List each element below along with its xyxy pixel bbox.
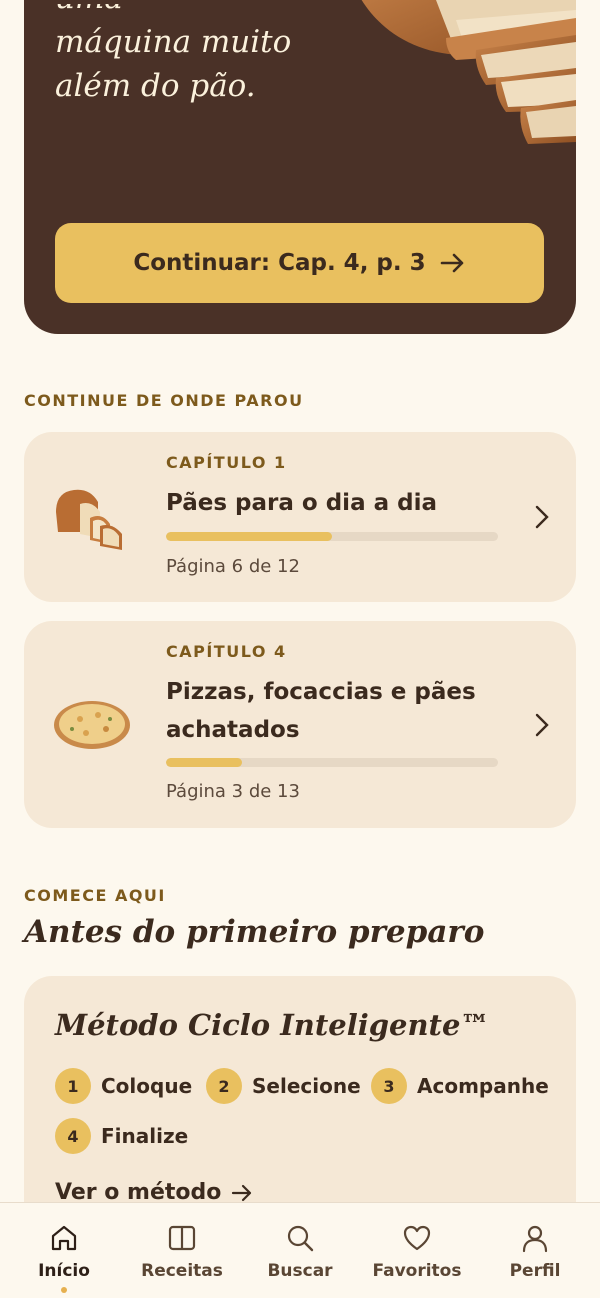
book-icon [168, 1225, 196, 1251]
chapter-number: CAPÍTULO 4 [166, 642, 287, 661]
method-step-3: 3 Acompanhe [371, 1068, 549, 1104]
hero-title: uma máquina muito além do pão. [55, 4, 292, 104]
nav-item-favoritos[interactable]: Favoritos [362, 1223, 472, 1293]
method-step-4: 4 Finalize [55, 1118, 188, 1154]
nav-item-buscar[interactable]: Buscar [245, 1223, 355, 1293]
user-icon [522, 1225, 548, 1253]
nav-item-inicio[interactable]: Início [9, 1223, 119, 1293]
heart-icon [403, 1225, 431, 1251]
chapter-name: Pães para o dia a dia [166, 490, 437, 516]
continue-reading-label: Continuar: Cap. 4, p. 3 [133, 250, 426, 276]
chapter-number: CAPÍTULO 1 [166, 453, 287, 472]
chapter-card-1[interactable]: CAPÍTULO 1 Pães para o dia a dia Página … [24, 432, 576, 602]
method-step-1: 1 Coloque [55, 1068, 192, 1104]
method-card[interactable]: Método Ciclo Inteligente™ 1 Coloque 2 Se… [24, 976, 576, 1236]
continue-section-eyebrow: CONTINUE DE ONDE PAROU [24, 391, 304, 410]
nav-item-perfil[interactable]: Perfil [480, 1223, 590, 1293]
start-section-eyebrow: COMECE AQUI [24, 886, 166, 905]
bread-slices-image [361, 0, 576, 144]
chapter-page-text: Página 6 de 12 [166, 556, 300, 577]
pizza-icon [54, 701, 130, 749]
chapter-progress-bar [166, 758, 498, 767]
chevron-right-icon [535, 713, 549, 737]
chapter-name: Pizzas, focaccias e pães achatados [166, 679, 476, 743]
search-icon [287, 1225, 314, 1252]
continue-reading-button[interactable]: Continuar: Cap. 4, p. 3 [55, 223, 544, 303]
arrow-right-icon [232, 1184, 252, 1201]
home-icon [51, 1225, 77, 1251]
method-title: Método Ciclo Inteligente™ [55, 1008, 490, 1042]
chevron-right-icon [535, 505, 549, 529]
bottom-nav: Início Receitas Buscar Favoritos Perfil [0, 1202, 600, 1298]
nav-item-receitas[interactable]: Receitas [127, 1223, 237, 1293]
bread-loaf-icon [56, 489, 122, 550]
chapter-progress-fill [166, 532, 332, 541]
method-step-2: 2 Selecione [206, 1068, 361, 1104]
chapter-page-text: Página 3 de 13 [166, 781, 300, 802]
start-section-title: Antes do primeiro preparo [24, 914, 485, 950]
hero-banner: uma máquina muito além do pão. Continuar… [24, 0, 576, 334]
arrow-right-icon [440, 253, 463, 273]
active-indicator [61, 1287, 67, 1293]
chapter-progress-bar [166, 532, 498, 541]
chapter-card-4[interactable]: CAPÍTULO 4 Pizzas, focaccias e pães acha… [24, 621, 576, 828]
chapter-progress-fill [166, 758, 243, 767]
